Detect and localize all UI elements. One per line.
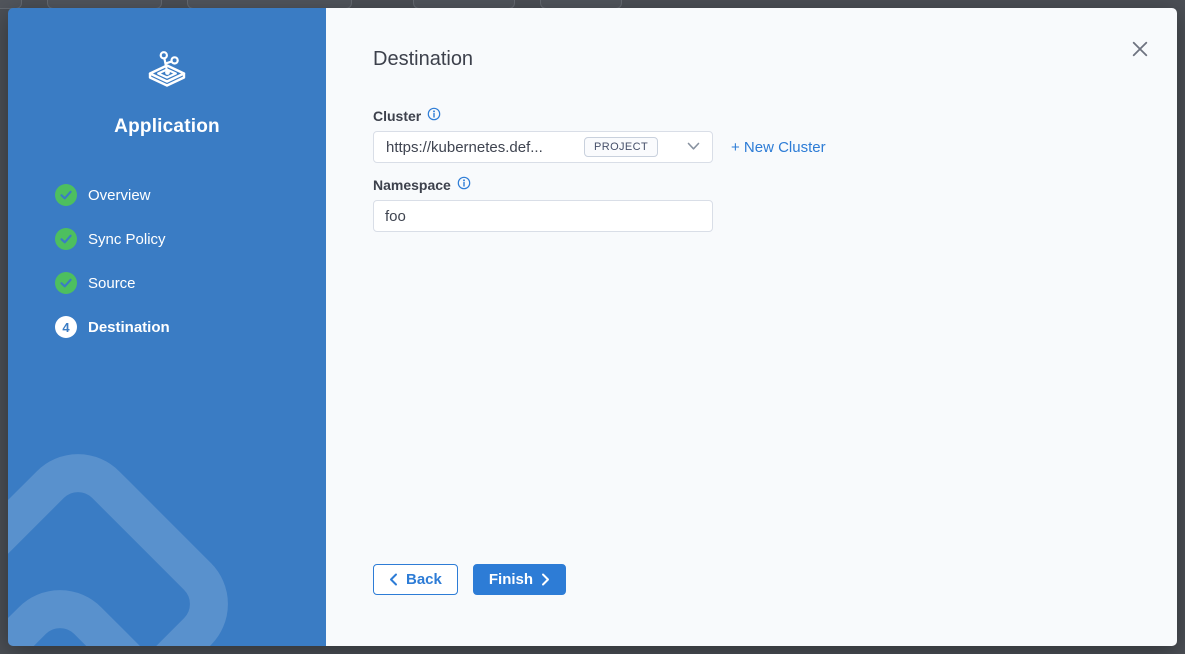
chevron-right-icon [541,573,550,586]
cluster-label-row: Cluster [373,107,1130,125]
step-sync-policy[interactable]: Sync Policy [55,227,326,251]
finish-button-label: Finish [489,571,533,588]
cluster-input-row: https://kubernetes.def... PROJECT + New … [373,125,1130,163]
namespace-label-row: Namespace [373,176,1130,194]
close-icon[interactable] [1132,41,1148,57]
step-label: Source [88,275,136,292]
step-number: 4 [62,320,69,335]
info-icon[interactable] [457,176,471,194]
cluster-select[interactable]: https://kubernetes.def... PROJECT [373,131,713,163]
wizard-steps: Overview Sync Policy [8,183,326,339]
step-number-badge: 4 [55,316,77,338]
wizard-title: Application [8,116,326,138]
step-overview[interactable]: Overview [55,183,326,207]
chevron-left-icon [389,573,398,586]
check-icon [55,272,77,294]
namespace-field-group: Namespace [373,176,1130,232]
namespace-input[interactable] [373,200,713,232]
project-badge: PROJECT [584,137,658,157]
info-icon[interactable] [427,107,441,125]
wizard-content: Destination Cluster https://kubernetes.d… [326,8,1177,646]
cluster-field-group: Cluster https://kubernetes.def... PROJEC… [373,107,1130,163]
back-button-label: Back [406,571,442,588]
step-source[interactable]: Source [55,271,326,295]
wizard-sidebar: Application Overview [8,8,326,646]
new-cluster-link[interactable]: + New Cluster [731,139,826,156]
application-icon [143,46,191,94]
chevron-down-icon [687,138,700,156]
step-label: Sync Policy [88,231,166,248]
page-title: Destination [373,46,1130,72]
namespace-label: Namespace [373,176,451,194]
new-application-wizard: Application Overview [8,8,1177,646]
wizard-button-row: Back Finish [373,564,566,595]
step-label: Destination [88,319,170,336]
finish-button[interactable]: Finish [473,564,566,595]
back-button[interactable]: Back [373,564,458,595]
cluster-value: https://kubernetes.def... [386,139,584,156]
check-icon [55,184,77,206]
check-icon [55,228,77,250]
step-label: Overview [88,187,151,204]
step-destination[interactable]: 4 Destination [55,315,326,339]
cluster-label: Cluster [373,107,421,125]
